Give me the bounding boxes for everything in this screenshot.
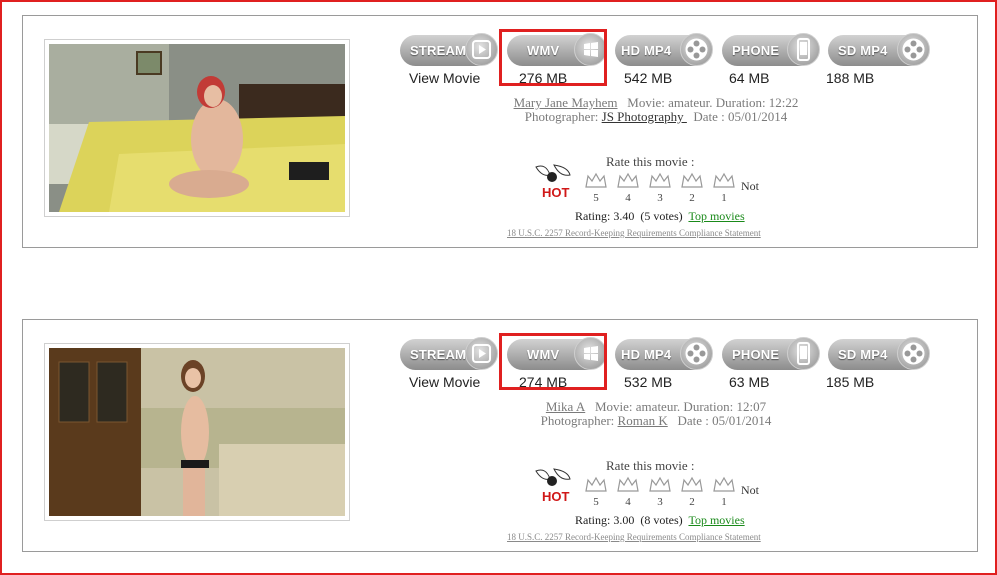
stream-label: STREAM xyxy=(410,43,467,58)
phone-button[interactable]: PHONE xyxy=(722,33,820,66)
thumbnail-image xyxy=(49,44,345,212)
rating-value: Rating: 3.40 xyxy=(575,209,635,223)
movie-card: STREAM WMV HD MP4 PHONE SD MP4 View Movi… xyxy=(22,319,978,552)
hd-mp4-size: 542 MB xyxy=(624,70,673,86)
photographer-line: Photographer: JS Photography Date : 05/0… xyxy=(391,109,921,125)
play-icon xyxy=(465,337,498,370)
photographer-line: Photographer: Roman K Date : 05/01/2014 xyxy=(391,413,921,429)
hd-mp4-button[interactable]: HD MP4 xyxy=(615,337,713,370)
stream-button[interactable]: STREAM xyxy=(400,33,498,66)
photographer-link[interactable]: Roman K xyxy=(618,413,668,428)
model-link[interactable]: Mika A xyxy=(546,399,585,414)
phone-button[interactable]: PHONE xyxy=(722,337,820,370)
rate-4-crown-icon[interactable] xyxy=(616,171,640,191)
rate-1-label: 1 xyxy=(721,192,727,204)
model-link[interactable]: Mary Jane Mayhem xyxy=(514,95,618,110)
hot-icon[interactable]: HOT xyxy=(532,465,574,504)
not-label: Not xyxy=(741,179,759,193)
top-movies-link[interactable]: Top movies xyxy=(688,513,744,527)
vote-count: (8 votes) xyxy=(640,513,683,527)
phone-icon xyxy=(787,337,820,370)
release-date: Date : 05/01/2014 xyxy=(693,109,788,124)
hot-label: HOT xyxy=(542,489,570,503)
phone-icon xyxy=(787,33,820,66)
sd-mp4-size: 188 MB xyxy=(826,70,875,86)
sd-mp4-size: 185 MB xyxy=(826,374,875,390)
rate-2-crown-icon[interactable] xyxy=(680,171,704,191)
view-movie-link[interactable]: View Movie xyxy=(409,374,480,390)
movie-thumbnail[interactable] xyxy=(44,39,350,217)
stream-label: STREAM xyxy=(410,347,467,362)
hot-label: HOT xyxy=(542,185,570,199)
wmv-highlight-box xyxy=(499,333,607,390)
release-date: Date : 05/01/2014 xyxy=(677,413,772,428)
vote-count: (5 votes) xyxy=(640,209,683,223)
photographer-label: Photographer: xyxy=(540,413,615,428)
rate-4-label: 4 xyxy=(625,192,631,204)
hd-mp4-label: HD MP4 xyxy=(621,43,672,58)
rate-5-crown-icon[interactable] xyxy=(584,171,608,191)
top-movies-link[interactable]: Top movies xyxy=(688,209,744,223)
sd-mp4-label: SD MP4 xyxy=(838,43,888,58)
hot-icon[interactable]: HOT xyxy=(532,161,574,200)
film-reel-icon xyxy=(897,33,930,66)
film-reel-icon xyxy=(897,337,930,370)
hd-mp4-size: 532 MB xyxy=(624,374,673,390)
not-label: Not xyxy=(741,483,759,497)
rate-2-label: 2 xyxy=(689,496,695,508)
rating-line: Rating: 3.00 (8 votes) Top movies xyxy=(575,513,745,528)
rate-5-label: 5 xyxy=(593,496,599,508)
wmv-highlight-box xyxy=(499,29,607,86)
rating-line: Rating: 3.40 (5 votes) Top movies xyxy=(575,209,745,224)
phone-label: PHONE xyxy=(732,43,780,58)
rate-1-label: 1 xyxy=(721,496,727,508)
rate-1-crown-icon[interactable] xyxy=(712,171,736,191)
rating-value: Rating: 3.00 xyxy=(575,513,635,527)
rate-3-label: 3 xyxy=(657,192,663,204)
movie-card: STREAM WMV HD MP4 PHONE SD MP4 View Movi… xyxy=(22,15,978,248)
rate-1-crown-icon[interactable] xyxy=(712,475,736,495)
phone-size: 64 MB xyxy=(729,70,770,86)
rate-4-crown-icon[interactable] xyxy=(616,475,640,495)
rate-3-label: 3 xyxy=(657,496,663,508)
hd-mp4-label: HD MP4 xyxy=(621,347,672,362)
hd-mp4-button[interactable]: HD MP4 xyxy=(615,33,713,66)
movie-info: Movie: amateur. Duration: 12:22 xyxy=(627,95,799,110)
rate-5-crown-icon[interactable] xyxy=(584,475,608,495)
rate-4-label: 4 xyxy=(625,496,631,508)
phone-size: 63 MB xyxy=(729,374,770,390)
rate-2-label: 2 xyxy=(689,192,695,204)
thumbnail-image xyxy=(49,348,345,516)
movie-info: Movie: amateur. Duration: 12:07 xyxy=(594,399,767,414)
rate-5-label: 5 xyxy=(593,192,599,204)
movie-thumbnail[interactable] xyxy=(44,343,350,521)
sd-mp4-button[interactable]: SD MP4 xyxy=(828,337,930,370)
photographer-label: Photographer: xyxy=(524,109,599,124)
film-reel-icon xyxy=(680,337,713,370)
rate-title: Rate this movie : xyxy=(606,154,695,169)
rate-2-crown-icon[interactable] xyxy=(680,475,704,495)
rate-title: Rate this movie : xyxy=(606,458,695,473)
rate-3-crown-icon[interactable] xyxy=(648,475,672,495)
film-reel-icon xyxy=(680,33,713,66)
sd-mp4-label: SD MP4 xyxy=(838,347,888,362)
view-movie-link[interactable]: View Movie xyxy=(409,70,480,86)
phone-label: PHONE xyxy=(732,347,780,362)
photographer-link[interactable]: JS Photography xyxy=(602,109,687,124)
play-icon xyxy=(465,33,498,66)
compliance-link[interactable]: 18 U.S.C. 2257 Record-Keeping Requiremen… xyxy=(507,228,761,238)
sd-mp4-button[interactable]: SD MP4 xyxy=(828,33,930,66)
compliance-link[interactable]: 18 U.S.C. 2257 Record-Keeping Requiremen… xyxy=(507,532,761,542)
stream-button[interactable]: STREAM xyxy=(400,337,498,370)
rate-3-crown-icon[interactable] xyxy=(648,171,672,191)
